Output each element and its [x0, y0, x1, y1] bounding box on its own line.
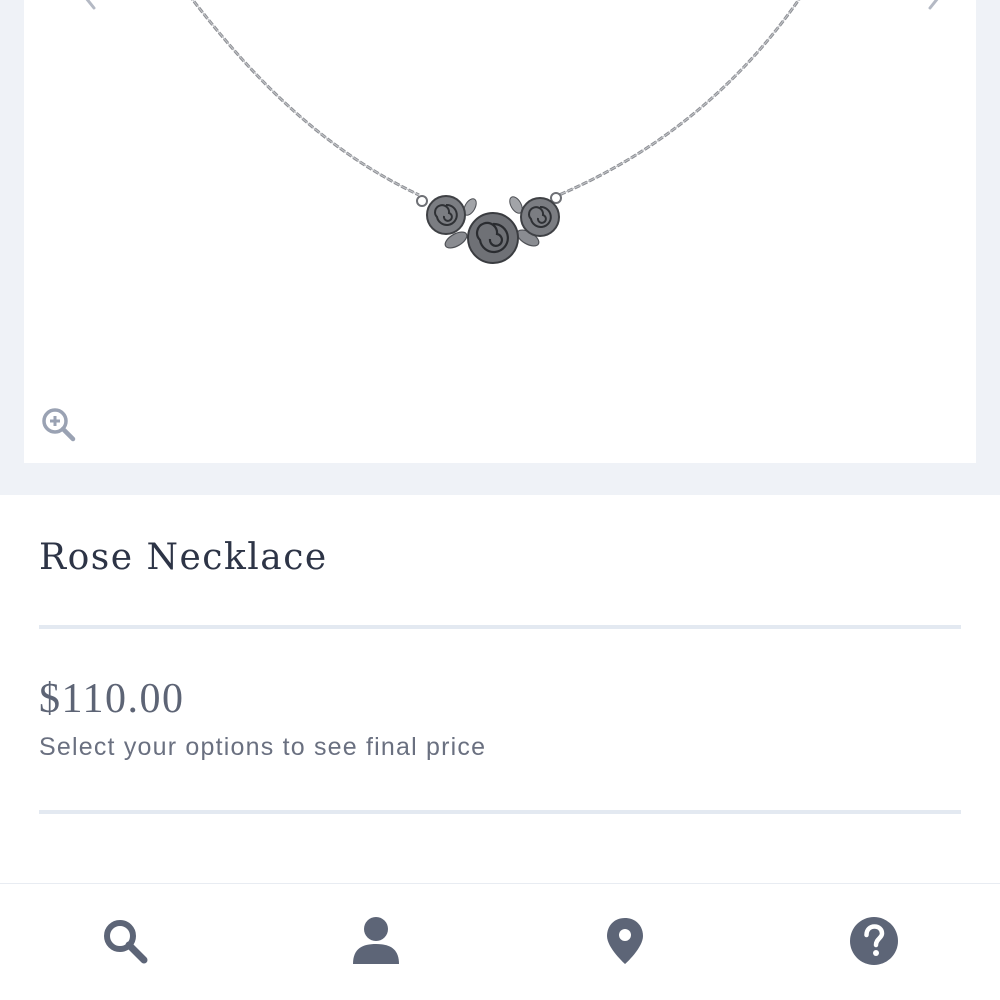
product-image: [190, 0, 801, 264]
zoom-in-icon: [42, 408, 76, 442]
nav-search-button[interactable]: [98, 914, 152, 968]
nav-help-button[interactable]: [847, 914, 901, 968]
nav-store-locator-button[interactable]: [598, 914, 652, 968]
search-icon: [104, 920, 148, 964]
help-icon: [850, 917, 898, 965]
product-gallery: [0, 0, 1000, 495]
divider: [39, 810, 961, 814]
product-title: Rose Necklace: [39, 537, 328, 578]
nav-account-button[interactable]: [349, 914, 403, 968]
product-details: Rose Necklace $110.00 Select your option…: [0, 495, 1000, 883]
zoom-button[interactable]: [38, 404, 78, 444]
location-pin-icon: [607, 918, 643, 964]
chevron-left-icon: [85, 0, 96, 10]
chevron-right-icon: [928, 0, 939, 10]
price-note: Select your options to see final price: [39, 733, 487, 761]
divider: [39, 625, 961, 629]
account-icon: [353, 917, 399, 964]
product-price: $110.00: [39, 676, 185, 722]
previous-image-button[interactable]: [78, 0, 102, 10]
bottom-navigation: [0, 883, 1000, 1000]
product-image-card[interactable]: [24, 0, 976, 463]
next-image-button[interactable]: [922, 0, 946, 10]
